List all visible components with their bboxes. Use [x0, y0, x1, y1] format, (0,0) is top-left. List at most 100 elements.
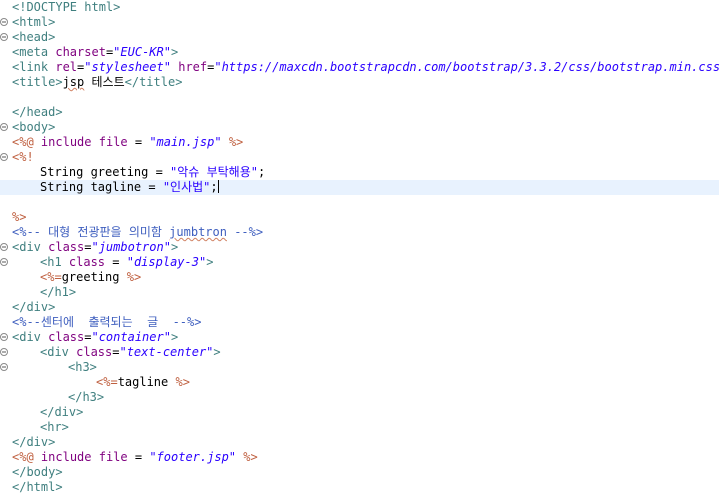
code-token: </title> [124, 75, 183, 89]
code-text: <meta charset="EUC-KR"> [12, 45, 178, 60]
code-token: jsp [62, 75, 85, 89]
collapse-minus-icon[interactable] [0, 363, 8, 371]
collapse-minus-icon[interactable] [0, 333, 8, 341]
code-text: </div> [12, 405, 83, 420]
code-editor[interactable]: <!DOCTYPE html> <html> <head> <meta charset… [0, 0, 719, 497]
code-token: <h3> [68, 360, 97, 374]
code-line[interactable]: String tagline = "인사법"; [0, 180, 719, 195]
code-token: tagline [117, 375, 176, 389]
collapse-minus-icon[interactable] [0, 123, 8, 131]
code-line[interactable]: %> [0, 210, 719, 225]
code-line[interactable]: <%-- 대형 전광판을 의미함 jumbtron --%> [0, 225, 719, 240]
code-token: </div> [12, 300, 56, 314]
code-text: </h1> [12, 285, 76, 300]
code-line[interactable] [0, 90, 719, 105]
code-line[interactable]: </div> [0, 405, 719, 420]
code-line[interactable]: <%@ include file = "footer.jsp" %> [0, 450, 719, 465]
code-token: </h1> [40, 285, 77, 299]
code-token: <%--센터에 출력되는 글 --%> [12, 315, 202, 329]
collapse-minus-icon[interactable] [0, 258, 8, 266]
code-token: </body> [12, 465, 63, 479]
code-line[interactable]: <!DOCTYPE html> [0, 0, 719, 15]
code-token: include [40, 450, 92, 464]
code-line[interactable] [0, 195, 719, 210]
code-token: String tagline = [40, 180, 163, 194]
code-text: </head> [12, 105, 63, 120]
code-token: %> [12, 210, 27, 224]
code-line[interactable]: </h1> [0, 285, 719, 300]
code-token: "footer.jsp" [149, 450, 237, 464]
code-token: <!DOCTYPE html> [12, 0, 121, 14]
code-text: <div class="container"> [12, 330, 178, 345]
code-token: %> [228, 135, 244, 149]
collapse-minus-icon[interactable] [0, 243, 8, 251]
code-line[interactable]: <%! [0, 150, 719, 165]
code-token: file [98, 135, 128, 149]
code-line[interactable]: <body> [0, 120, 719, 135]
code-token: "인사법" [162, 180, 211, 194]
code-token: href [178, 60, 208, 74]
code-line[interactable]: <%--센터에 출력되는 글 --%> [0, 315, 719, 330]
code-token: <div [40, 345, 77, 359]
code-line[interactable]: </div> [0, 300, 719, 315]
code-token: %> [243, 450, 258, 464]
code-line[interactable]: </h3> [0, 390, 719, 405]
code-text: </h3> [12, 390, 104, 405]
code-token: <hr> [40, 420, 69, 434]
code-line[interactable]: <html> [0, 15, 719, 30]
code-token: "container" [91, 330, 171, 344]
code-line[interactable]: <link rel="stylesheet" href="https://max… [0, 60, 719, 75]
code-text: </div> [12, 300, 55, 315]
code-line[interactable]: <div class="container"> [0, 330, 719, 345]
code-token: ; [257, 165, 266, 179]
code-text: </div> [12, 435, 55, 450]
code-line[interactable]: <div class="jumbotron"> [0, 240, 719, 255]
code-token: class [48, 240, 85, 254]
code-token: "stylesheet" [84, 60, 171, 74]
code-line[interactable]: <hr> [0, 420, 719, 435]
code-token: = [105, 255, 127, 269]
code-line[interactable]: <div class="text-center"> [0, 345, 719, 360]
code-text: <%! [12, 150, 34, 165]
collapse-minus-icon[interactable] [0, 18, 8, 26]
collapse-minus-icon[interactable] [0, 348, 8, 356]
code-token: > [170, 45, 179, 59]
code-token: %> [175, 375, 190, 389]
code-line[interactable]: String greeting = "악슈 부탁해용"; [0, 165, 719, 180]
code-token: = [127, 450, 150, 464]
code-token: class [48, 330, 85, 344]
code-token: "jumbotron" [91, 240, 171, 254]
code-line[interactable]: <h3> [0, 360, 719, 375]
code-line[interactable]: <h1 class = "display-3"> [0, 255, 719, 270]
code-text: <title>jsp 테스트</title> [12, 75, 182, 90]
code-token: "EUC-KR" [113, 45, 171, 59]
code-text: <%=tagline %> [12, 375, 190, 390]
code-line[interactable]: </body> [0, 465, 719, 480]
code-token: = [127, 135, 150, 149]
code-line[interactable]: <%@ include file = "main.jsp" %> [0, 135, 719, 150]
collapse-minus-icon[interactable] [0, 33, 8, 41]
code-token: <%! [12, 150, 34, 164]
code-line[interactable]: <%=tagline %> [0, 375, 719, 390]
code-line[interactable]: </html> [0, 480, 719, 495]
code-text: <h3> [12, 360, 97, 375]
code-line[interactable]: </div> [0, 435, 719, 450]
code-token: %> [126, 270, 142, 284]
code-line[interactable]: <head> [0, 30, 719, 45]
collapse-minus-icon[interactable] [0, 153, 8, 161]
code-line[interactable]: <title>jsp 테스트</title> [0, 75, 719, 90]
code-line[interactable]: </head> [0, 105, 719, 120]
code-token: <h1 [40, 255, 69, 269]
code-text: String greeting = "악슈 부탁해용"; [12, 165, 265, 180]
code-text: <div class="jumbotron"> [12, 240, 178, 255]
code-token: jumbtron [169, 225, 227, 239]
code-token: include [40, 135, 92, 149]
code-token: > [206, 255, 214, 269]
code-line[interactable]: <meta charset="EUC-KR"> [0, 45, 719, 60]
code-line[interactable]: <%=greeting %> [0, 270, 719, 285]
code-token: <head> [12, 30, 56, 44]
code-token: <html> [12, 15, 56, 29]
